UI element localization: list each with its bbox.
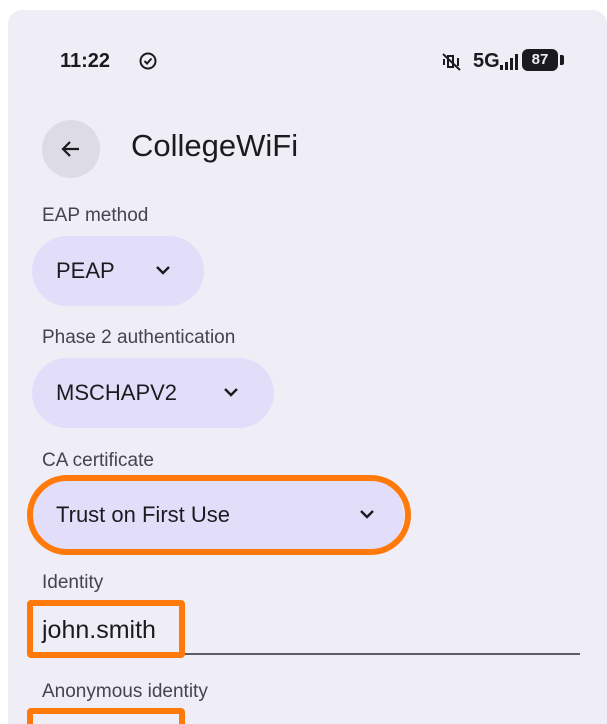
battery-tip — [560, 55, 564, 65]
identity-highlight — [27, 600, 185, 658]
back-button[interactable] — [42, 120, 100, 178]
arrow-left-icon — [61, 141, 79, 157]
eap-method-label: EAP method — [42, 205, 149, 226]
vibrate-off-icon — [442, 53, 461, 71]
chevron-down-icon — [224, 388, 238, 397]
chevron-down-icon — [156, 266, 170, 275]
phase2-value: MSCHAPV2 — [56, 380, 178, 405]
top-strip — [0, 0, 607, 10]
ca-certificate-highlight — [27, 475, 411, 555]
phase2-dropdown[interactable]: MSCHAPV2 — [32, 358, 274, 428]
phone-screen: 11:22 5G 87 CollegeWiFi EAP method PEAP — [8, 10, 607, 724]
anonymous-identity-label: Anonymous identity — [42, 681, 208, 702]
network-type: 5G — [473, 50, 500, 72]
identity-label: Identity — [42, 572, 104, 593]
battery-level: 87 — [522, 49, 558, 71]
eap-method-value: PEAP — [56, 258, 115, 283]
phase2-label: Phase 2 authentication — [42, 327, 236, 348]
ca-certificate-label: CA certificate — [42, 450, 154, 471]
anonymous-identity-highlight — [27, 708, 185, 724]
page-title: CollegeWiFi — [131, 128, 299, 163]
eap-method-dropdown[interactable]: PEAP — [32, 236, 204, 306]
status-bar: 11:22 5G 87 — [8, 10, 607, 110]
status-time: 11:22 — [60, 50, 111, 72]
check-circle-icon — [139, 52, 157, 70]
